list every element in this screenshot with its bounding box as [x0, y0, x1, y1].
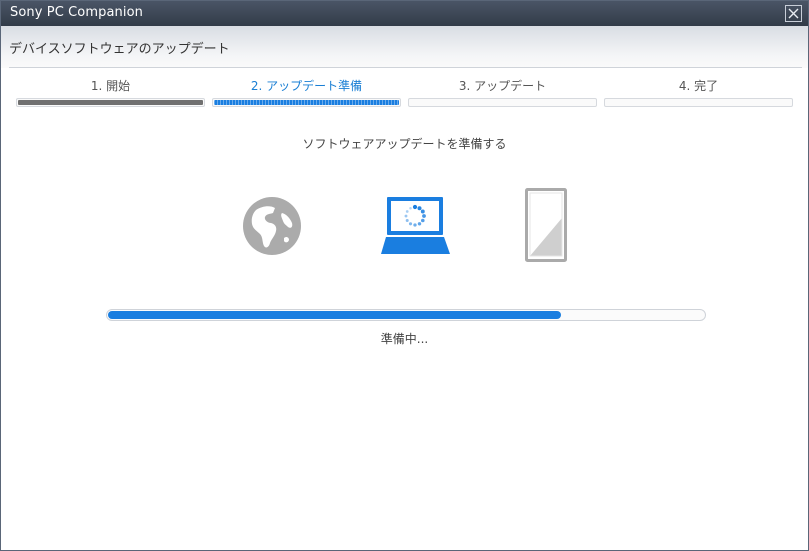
- title-bar[interactable]: Sony PC Companion: [1, 1, 808, 26]
- step-label: 2. アップデート準備: [250, 79, 363, 93]
- status-text: 準備中...: [380, 332, 429, 346]
- step-label: 3. アップデート: [458, 79, 547, 93]
- window-title: Sony PC Companion: [10, 5, 143, 20]
- page-title: デバイスソフトウェアのアップデート: [9, 42, 230, 57]
- step-complete: 4. 完了: [604, 75, 793, 109]
- step-progress-bar: [604, 98, 793, 107]
- step-start: 1. 開始: [16, 75, 205, 109]
- app-window: Sony PC Companion デバイスソフトウェアのアップデート 1. 開…: [0, 0, 809, 551]
- step-subtitle: ソフトウェアアップデートを準備する: [302, 137, 507, 151]
- spinner-dot: [409, 206, 412, 210]
- main-progress-bar: [106, 309, 706, 321]
- main-progress-fill: [108, 311, 561, 319]
- close-icon: [788, 8, 799, 19]
- close-button[interactable]: [785, 5, 802, 22]
- tablet-icon: [525, 188, 567, 262]
- step-label: 4. 完了: [678, 79, 719, 93]
- spinner-dot: [417, 206, 422, 211]
- globe-icon: [243, 197, 301, 255]
- spinner-dot: [422, 214, 426, 218]
- step-progress-bar: [408, 98, 597, 107]
- step-progress-bar: [212, 98, 401, 107]
- step-prepare: 2. アップデート準備: [212, 75, 401, 109]
- step-progress-fill: [18, 100, 203, 105]
- laptop-icon: [381, 197, 450, 254]
- spinner-dot: [413, 223, 417, 227]
- step-progress-bar: [16, 98, 205, 107]
- spinner-dot: [408, 222, 413, 226]
- step-progress-fill: [214, 100, 399, 105]
- spinner-dot: [420, 218, 425, 223]
- step-label: 1. 開始: [90, 79, 131, 93]
- spinner-dot: [404, 214, 408, 218]
- spinner-dot: [412, 204, 418, 210]
- spinner-dot: [420, 209, 425, 214]
- spinner-dot: [417, 222, 422, 226]
- divider: [9, 67, 802, 68]
- step-update: 3. アップデート: [408, 75, 597, 109]
- spinner-dot: [405, 219, 409, 222]
- spinner-dot: [405, 210, 409, 213]
- page-header: デバイスソフトウェアのアップデート: [1, 26, 808, 68]
